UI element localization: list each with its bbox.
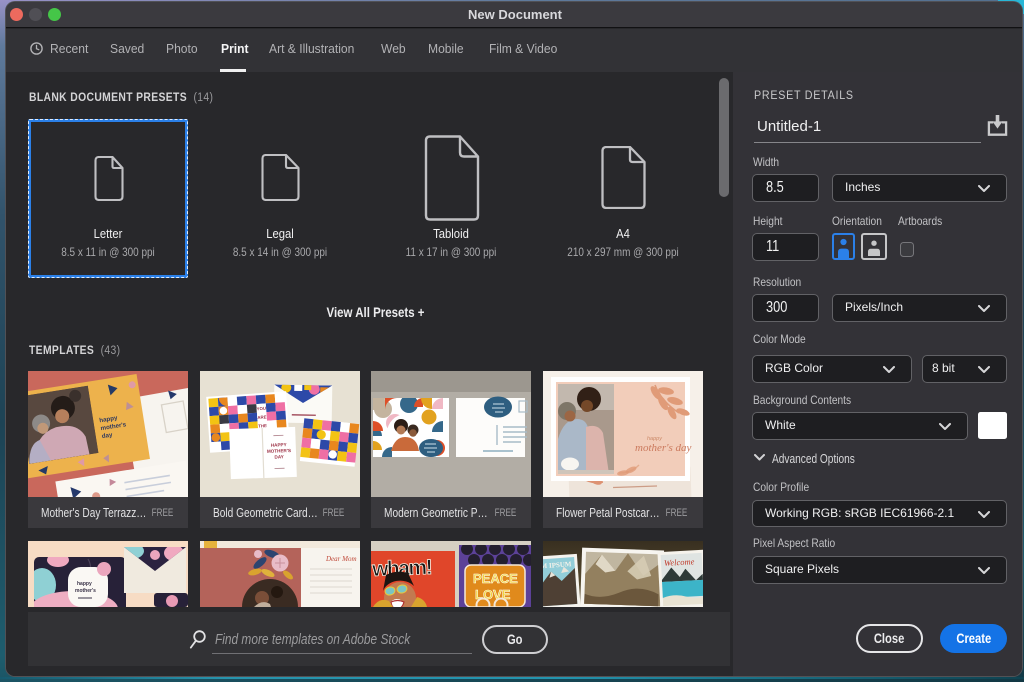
svg-text:mother's day: mother's day [635,442,692,454]
svg-text:happy: happy [77,581,92,587]
svg-text:DAY: DAY [274,454,283,459]
svg-text:PEACE: PEACE [473,571,518,586]
svg-text:MOTHER'S: MOTHER'S [266,448,290,454]
svg-text:Welcome: Welcome [663,556,694,568]
svg-text:ARE: ARE [257,414,267,420]
svg-text:THE: THE [258,423,267,429]
svg-text:YOU: YOU [256,406,266,412]
svg-text:Dear Mom: Dear Mom [325,555,357,563]
svg-text:HAPPY: HAPPY [270,442,286,448]
svg-text:mother's: mother's [75,588,96,594]
